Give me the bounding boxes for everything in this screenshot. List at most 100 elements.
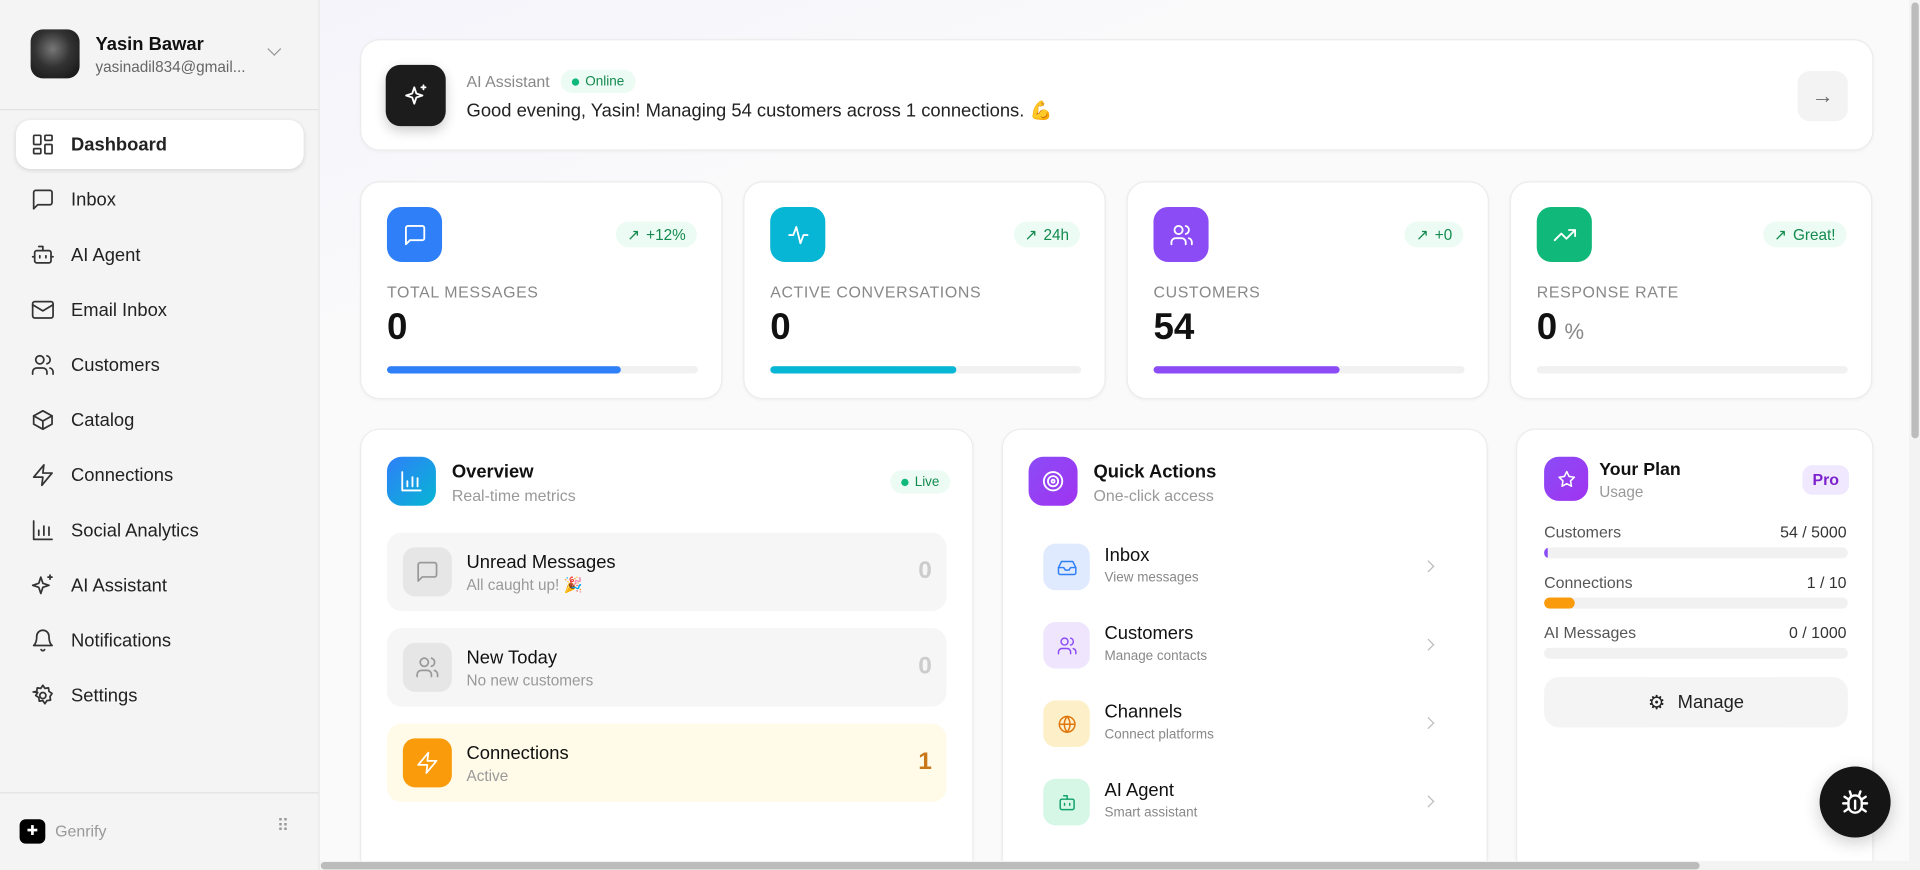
sidebar: Yasin Bawar yasinadil834@gmail... Dashbo… — [0, 0, 320, 870]
star-icon — [1544, 456, 1589, 501]
metric-title: New Today — [466, 647, 558, 669]
quick-action-customers[interactable]: Customers Manage contacts — [1043, 611, 1447, 680]
debug-button[interactable] — [1819, 766, 1891, 838]
progress-fill — [770, 366, 957, 374]
sidebar-item-label: Notifications — [71, 630, 172, 651]
plan-title: Your Plan — [1599, 460, 1681, 481]
target-icon — [1028, 456, 1078, 506]
metric-title: Connections — [466, 743, 569, 765]
usage-label: Customers — [1544, 522, 1622, 542]
scrollbar-thumb[interactable] — [1910, 2, 1919, 439]
stat-card-customers: ↗ +0 CUSTOMERS 54 — [1126, 181, 1489, 400]
live-text: Live — [914, 474, 940, 490]
sidebar-item-ai-agent[interactable]: AI Agent — [16, 230, 304, 279]
stat-value: 0 — [1536, 307, 1558, 348]
arrow-up-right-icon: ↗ — [1024, 226, 1038, 244]
sidebar-item-label: Catalog — [71, 409, 135, 431]
manage-button[interactable]: ⚙ Manage — [1544, 677, 1848, 728]
overview-subtitle: Real-time metrics — [451, 486, 576, 505]
user-name: Yasin Bawar — [95, 34, 204, 56]
inbox-icon — [1043, 543, 1090, 591]
overview-card: Overview Real-time metrics Live Unread M… — [360, 428, 974, 870]
ai-assistant-banner: AI Assistant Online Good evening, Yasin!… — [360, 39, 1874, 151]
arrow-right-icon[interactable]: → — [1797, 71, 1848, 122]
gear-icon: ⚙ — [1647, 692, 1666, 714]
chevron-right-icon — [1422, 795, 1435, 808]
metric-unread-messages[interactable]: Unread Messages All caught up! 🎉 0 — [386, 532, 947, 612]
quick-action-title: Channels — [1104, 701, 1183, 723]
sidebar-item-catalog[interactable]: Catalog — [16, 396, 304, 445]
usage-value: 1 / 10 — [1806, 573, 1847, 592]
quick-action-title: Customers — [1104, 623, 1194, 645]
sidebar-item-email-inbox[interactable]: Email Inbox — [16, 285, 304, 334]
live-badge: Live — [890, 470, 951, 494]
sidebar-item-connections[interactable]: Connections — [16, 451, 304, 500]
status-dot-icon — [901, 478, 909, 486]
horizontal-scrollbar[interactable] — [319, 860, 1920, 870]
bot-icon — [31, 245, 54, 264]
stat-progress-bar — [1153, 366, 1465, 374]
scrollbar-thumb[interactable] — [320, 862, 1700, 870]
metric-connections[interactable]: Connections Active 1 — [386, 723, 947, 803]
sidebar-item-notifications[interactable]: Notifications — [16, 616, 304, 665]
sidebar-item-inbox[interactable]: Inbox — [16, 175, 304, 224]
sidebar-item-customers[interactable]: Customers — [16, 340, 304, 389]
chevron-right-icon — [1422, 717, 1435, 730]
stat-label: ACTIVE CONVERSATIONS — [770, 282, 982, 302]
quick-action-inbox[interactable]: Inbox View messages — [1043, 533, 1447, 602]
sidebar-item-ai-assistant[interactable]: AI Assistant — [16, 561, 304, 610]
status-badge: Online — [560, 69, 636, 94]
zap-icon — [402, 738, 452, 788]
quick-action-title: Inbox — [1104, 544, 1150, 566]
trend-text: +0 — [1434, 225, 1453, 244]
vertical-scrollbar[interactable] — [1908, 0, 1920, 861]
trending-up-icon — [1536, 206, 1592, 263]
sidebar-item-settings[interactable]: Settings — [16, 671, 304, 720]
chevron-down-icon[interactable] — [267, 42, 282, 56]
trend-badge: ↗ +12% — [616, 221, 697, 248]
users-icon — [402, 642, 452, 692]
globe-icon — [1043, 700, 1090, 747]
sidebar-item-label: Customers — [71, 354, 160, 376]
sidebar-item-label: Dashboard — [71, 134, 167, 155]
arrow-up-right-icon: ↗ — [1774, 226, 1787, 244]
chevron-right-icon — [1422, 638, 1435, 651]
stat-label: RESPONSE RATE — [1536, 282, 1679, 302]
quick-actions-title: Quick Actions — [1093, 461, 1217, 483]
sidebar-item-dashboard[interactable]: Dashboard — [15, 120, 304, 169]
sidebar-item-label: Social Analytics — [71, 519, 199, 541]
sidebar-item-label: AI Assistant — [71, 574, 167, 596]
stat-label: CUSTOMERS — [1153, 282, 1261, 302]
progress-fill — [1153, 366, 1341, 374]
sidebar-item-label: Inbox — [71, 189, 116, 211]
trend-badge: ↗ +0 — [1404, 221, 1464, 248]
metric-new-today[interactable]: New Today No new customers 0 — [386, 628, 947, 707]
chevron-right-icon — [1422, 560, 1435, 573]
sparkles-icon — [31, 574, 53, 595]
metric-count: 1 — [918, 748, 932, 776]
bell-icon — [32, 629, 53, 652]
stat-card-response-rate: ↗ Great! RESPONSE RATE 0% — [1509, 181, 1873, 400]
sidebar-item-social-analytics[interactable]: Social Analytics — [16, 506, 304, 555]
stat-card-total-messages: ↗ +12% TOTAL MESSAGES 0 — [360, 181, 723, 400]
quick-action-channels[interactable]: Channels Connect platforms — [1043, 689, 1447, 758]
avatar[interactable] — [30, 29, 80, 79]
users-icon — [31, 354, 54, 375]
activity-icon — [770, 206, 826, 263]
usage-label: Connections — [1544, 573, 1633, 592]
users-icon — [1153, 206, 1209, 263]
message-square-icon — [402, 547, 452, 597]
quick-action-ai-agent[interactable]: AI Agent Smart assistant — [1043, 768, 1447, 837]
assistant-message: Good evening, Yasin! Managing 54 custome… — [466, 100, 1053, 122]
divider — [0, 108, 319, 111]
status-text: Online — [585, 74, 625, 89]
trend-text: 24h — [1043, 225, 1069, 244]
manage-label: Manage — [1677, 691, 1745, 713]
drag-handle-icon[interactable]: ⠿ — [277, 817, 290, 834]
usage-bar — [1544, 597, 1848, 609]
usage-value: 54 / 5000 — [1780, 522, 1847, 542]
quick-action-subtitle: View messages — [1104, 570, 1199, 586]
stat-unit: % — [1564, 319, 1585, 345]
metric-subtitle: All caught up! 🎉 — [466, 576, 583, 594]
usage-bar — [1544, 547, 1848, 559]
